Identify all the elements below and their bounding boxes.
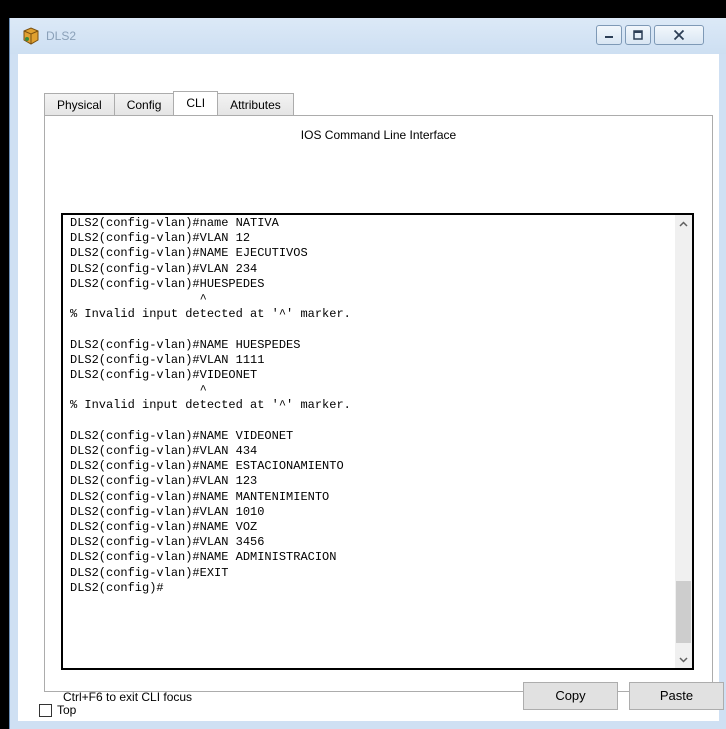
tab-config[interactable]: Config [113,93,175,115]
terminal-line: ^ [70,383,207,398]
maximize-icon [633,30,643,40]
paste-button[interactable]: Paste [629,682,724,710]
terminal-line: DLS2(config-vlan)#EXIT [70,565,229,580]
top-checkbox[interactable] [39,703,52,717]
tab-cli[interactable]: CLI [173,91,219,115]
top-checkbox-label[interactable]: Top [57,703,76,717]
vertical-scrollbar[interactable] [675,215,692,668]
terminal-line: DLS2(config-vlan)#NAME ESTACIONAMIENTO [70,459,344,474]
terminal-line: % Invalid input detected at '^' marker. [70,307,351,322]
minimize-icon [605,36,613,38]
copy-button[interactable]: Copy [523,682,618,710]
window-title: DLS2 [46,29,77,43]
terminal-line: DLS2(config-vlan)#VLAN 3456 [70,535,265,550]
title-bar[interactable]: DLS2 [10,18,726,54]
scroll-up-button[interactable] [675,215,692,232]
chevron-down-icon [679,656,688,663]
terminal-line: DLS2(config-vlan)#NAME HUESPEDES [70,337,301,352]
minimize-button[interactable] [596,25,622,45]
terminal-line: DLS2(config-vlan)#VIDEONET [70,368,258,383]
close-icon [673,29,685,41]
close-button[interactable] [654,25,704,45]
terminal-line: DLS2(config-vlan)#VLAN 234 [70,261,258,276]
terminal-line: DLS2(config-vlan)#NAME ADMINISTRACION [70,550,337,565]
terminal-line: DLS2(config-vlan)#VLAN 1111 [70,352,265,367]
terminal-line: DLS2(config-vlan)#VLAN 434 [70,444,258,459]
tab-physical[interactable]: Physical [44,93,115,115]
terminal-line: DLS2(config-vlan)#NAME VOZ [70,520,258,535]
terminal-line: DLS2(config-vlan)#VLAN 1010 [70,504,265,519]
terminal-line: % Invalid input detected at '^' marker. [70,398,351,413]
terminal-line: DLS2(config-vlan)#NAME EJECUTIVOS [70,246,308,261]
terminal-line: ^ [70,292,207,307]
terminal-line: DLS2(config)# [70,580,164,595]
cli-heading: IOS Command Line Interface [300,128,457,142]
terminal-line: DLS2(config-vlan)#name NATIVA [70,216,279,230]
terminal-line: DLS2(config-vlan)#NAME VIDEONET [70,428,294,443]
scrollbar-thumb[interactable] [676,581,691,643]
maximize-button[interactable] [625,25,651,45]
terminal-line: DLS2(config-vlan)#VLAN 12 [70,231,251,246]
packet-tracer-switch-icon [22,27,40,45]
tab-bar: Physical Config CLI Attributes [44,91,294,116]
top-option: Top [39,703,76,717]
terminal-output[interactable]: DLS2(config-vlan)#name NATIVA DLS2(confi… [70,216,670,596]
chevron-up-icon [679,220,688,227]
cli-terminal[interactable]: DLS2(config-vlan)#name NATIVA DLS2(confi… [61,213,694,670]
terminal-line: DLS2(config-vlan)#NAME MANTENIMIENTO [70,489,330,504]
window-content: Physical Config CLI Attributes IOS Comma… [18,54,724,721]
tab-attributes[interactable]: Attributes [217,93,294,115]
cli-focus-hint: Ctrl+F6 to exit CLI focus [63,690,193,704]
terminal-line: DLS2(config-vlan)#VLAN 123 [70,474,258,489]
cli-panel: IOS Command Line Interface DLS2(config-v… [44,115,724,710]
device-window: DLS2 Physical Config CLI Attributes IOS … [9,18,726,729]
scroll-down-button[interactable] [675,651,692,668]
terminal-line: DLS2(config-vlan)#HUESPEDES [70,276,265,291]
